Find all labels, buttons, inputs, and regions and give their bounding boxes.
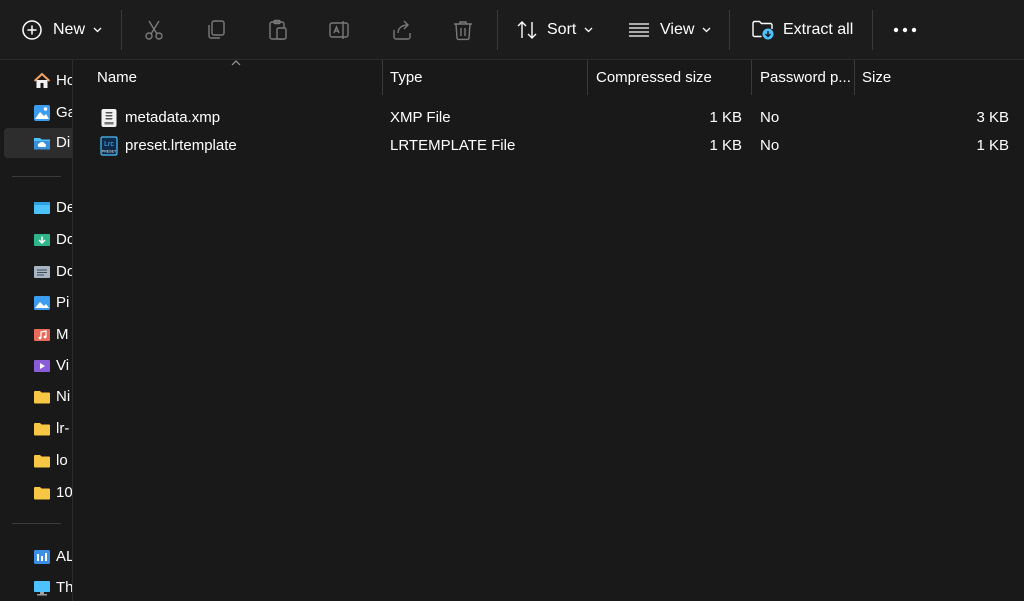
sidebar-item-desktop[interactable]: De bbox=[0, 193, 72, 223]
rename-icon bbox=[329, 21, 349, 39]
gallery-icon bbox=[34, 105, 50, 121]
this-pc-icon bbox=[34, 581, 50, 596]
command-bar: New Sort View Extract all bbox=[0, 0, 1024, 60]
sidebar-divider bbox=[12, 523, 61, 524]
onedrive-icon bbox=[34, 138, 50, 150]
share-icon bbox=[393, 20, 411, 40]
file-compressed-size: 1 KB bbox=[709, 109, 742, 126]
column-header-password-protected[interactable]: Password p... bbox=[760, 60, 851, 95]
file-password-protected: No bbox=[760, 137, 780, 154]
sidebar-divider bbox=[12, 176, 61, 177]
sidebar-item-this-pc[interactable]: Th bbox=[0, 573, 72, 601]
lrc-preset-file-icon: Lrc PRESET bbox=[100, 136, 118, 156]
xmp-file-icon bbox=[101, 109, 117, 127]
file-password-protected: No bbox=[760, 109, 780, 126]
view-label: View bbox=[660, 21, 695, 38]
folder-icon bbox=[34, 423, 50, 436]
rename-button[interactable] bbox=[328, 0, 352, 60]
folder-icon bbox=[34, 455, 50, 468]
sidebar-item-pictures[interactable]: Pi bbox=[0, 288, 72, 318]
table-row[interactable]: metadata.xmp XMP File 1 KB No 3 KB bbox=[90, 104, 1024, 132]
file-name: preset.lrtemplate bbox=[125, 137, 237, 154]
share-button[interactable] bbox=[390, 0, 414, 60]
home-icon bbox=[33, 72, 51, 88]
sidebar-item-drive[interactable]: AL bbox=[0, 542, 72, 572]
file-size: 1 KB bbox=[976, 137, 1009, 154]
music-folder-icon bbox=[34, 329, 50, 341]
sort-button[interactable]: Sort bbox=[516, 0, 593, 60]
file-type: XMP File bbox=[390, 109, 451, 126]
sort-arrows-icon bbox=[517, 21, 537, 39]
sidebar-item-home[interactable]: Ho bbox=[0, 66, 72, 96]
column-header-name[interactable]: Name bbox=[97, 60, 137, 95]
sidebar-item-onedrive[interactable]: Di bbox=[4, 128, 72, 158]
delete-button[interactable] bbox=[451, 0, 475, 60]
see-more-button[interactable] bbox=[893, 0, 917, 60]
videos-folder-icon bbox=[34, 360, 50, 372]
sidebar-item-folder[interactable]: lr- bbox=[0, 414, 72, 444]
file-name: metadata.xmp bbox=[125, 109, 221, 126]
file-compressed-size: 1 KB bbox=[709, 137, 742, 154]
more-options-icon bbox=[893, 27, 917, 33]
file-size: 3 KB bbox=[976, 109, 1009, 126]
view-button[interactable]: View bbox=[628, 0, 711, 60]
sort-label: Sort bbox=[547, 21, 577, 38]
drive-icon bbox=[34, 550, 50, 564]
cut-button[interactable] bbox=[142, 0, 166, 60]
sidebar-item-folder[interactable]: Ni bbox=[0, 382, 72, 412]
table-row[interactable]: Lrc PRESET preset.lrtemplate LRTEMPLATE … bbox=[90, 132, 1024, 160]
navigation-pane: Ho Ga Di De Do bbox=[0, 60, 73, 601]
new-button[interactable]: New bbox=[21, 0, 102, 60]
toolbar-divider bbox=[497, 10, 498, 50]
folder-icon bbox=[34, 391, 50, 404]
sort-ascending-indicator-icon bbox=[231, 60, 241, 66]
sidebar-item-music[interactable]: M bbox=[0, 320, 72, 350]
lrc-icon-text: Lrc bbox=[104, 141, 114, 148]
new-label: New bbox=[53, 21, 86, 38]
sidebar-item-videos[interactable]: Vi bbox=[0, 351, 72, 381]
column-divider[interactable] bbox=[751, 60, 752, 95]
extract-all-button[interactable]: Extract all bbox=[751, 0, 853, 60]
column-header-size[interactable]: Size bbox=[862, 60, 891, 95]
sidebar-item-documents[interactable]: Do bbox=[0, 257, 72, 287]
sidebar-item-folder[interactable]: 10 bbox=[0, 478, 72, 508]
toolbar-divider bbox=[121, 10, 122, 50]
list-view-icon bbox=[629, 23, 649, 37]
plus-circle-icon bbox=[22, 20, 42, 40]
sidebar-item-folder[interactable]: lo bbox=[0, 446, 72, 476]
column-header-type[interactable]: Type bbox=[390, 60, 423, 95]
toolbar-divider bbox=[872, 10, 873, 50]
extract-all-label: Extract all bbox=[783, 21, 854, 38]
chevron-down-icon bbox=[702, 27, 711, 33]
preset-icon-text: PRESET bbox=[102, 150, 117, 154]
copy-button[interactable] bbox=[204, 0, 228, 60]
toolbar-divider bbox=[729, 10, 730, 50]
column-divider[interactable] bbox=[854, 60, 855, 95]
desktop-folder-icon bbox=[34, 202, 50, 214]
sidebar-item-gallery[interactable]: Ga bbox=[0, 98, 72, 128]
column-header-compressed-size[interactable]: Compressed size bbox=[596, 60, 712, 95]
paste-button[interactable] bbox=[266, 0, 290, 60]
documents-folder-icon bbox=[34, 266, 50, 278]
column-divider[interactable] bbox=[382, 60, 383, 95]
downloads-folder-icon bbox=[34, 234, 50, 246]
clipboard-icon bbox=[269, 19, 287, 40]
scissors-icon bbox=[145, 20, 163, 40]
column-divider[interactable] bbox=[587, 60, 588, 95]
file-type: LRTEMPLATE File bbox=[390, 137, 516, 154]
pictures-folder-icon bbox=[34, 296, 50, 310]
extract-folder-icon bbox=[752, 20, 774, 40]
copy-icon bbox=[208, 20, 225, 39]
folder-icon bbox=[34, 487, 50, 500]
trash-icon bbox=[454, 21, 472, 41]
file-list: Name Type Compressed size Password p... … bbox=[73, 60, 1024, 601]
chevron-down-icon bbox=[584, 27, 593, 33]
chevron-down-icon bbox=[93, 27, 102, 33]
sidebar-item-downloads[interactable]: Do bbox=[0, 225, 72, 255]
